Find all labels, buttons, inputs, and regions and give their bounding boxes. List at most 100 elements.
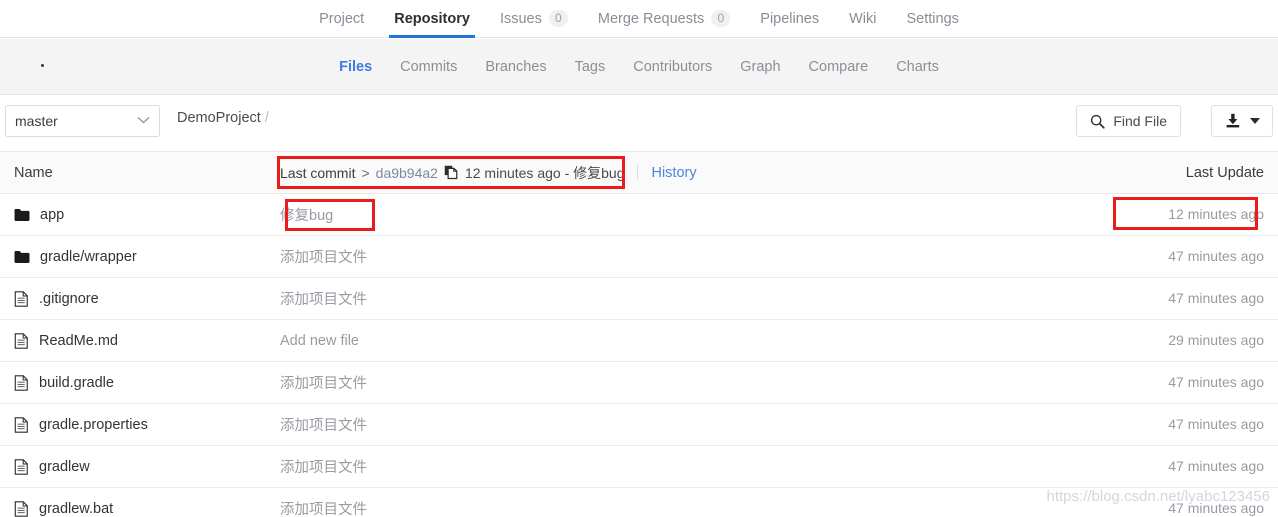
topnav-item-pipelines[interactable]: Pipelines [745,0,834,37]
commit-message-link[interactable]: 添加项目文件 [280,460,367,476]
breadcrumb: DemoProject / [177,110,269,126]
subnav-item-branches[interactable]: Branches [471,59,560,75]
history-link[interactable]: History [651,165,696,181]
last-update-label: 47 minutes ago [1168,289,1264,306]
primary-navigation: Project Repository Issues 0 Merge Requests 0 P… [0,0,1278,38]
topnav-item-repository[interactable]: Repository [379,0,485,38]
file-name-link[interactable]: gradlew.bat [14,501,280,517]
topnav-item-merge-requests[interactable]: Merge Requests 0 [583,0,745,37]
table-row[interactable]: gradlew 添加项目文件 47 minutes ago [0,446,1278,488]
table-row[interactable]: app 修复bug 12 minutes ago [0,194,1278,236]
file-name-label: gradlew.bat [39,500,114,517]
last-commit-meta: 12 minutes ago - 修复bug [464,164,625,181]
file-name-link[interactable]: app [14,207,280,223]
file-table-header: Name Last commit > da9b94a2 12 minutes a… [0,151,1278,194]
topnav-item-badge: 0 [711,10,731,27]
topnav-item-issues[interactable]: Issues 0 [485,0,583,37]
sidebar-collapse-dot [41,64,44,67]
last-update-label: 47 minutes ago [1168,499,1264,516]
file-name-link[interactable]: gradle/wrapper [14,249,280,265]
find-file-button[interactable]: Find File [1076,105,1181,137]
file-row-list: app 修复bug 12 minutes ago gradle/wrapper 添加项目… [0,194,1278,517]
folder-glyph [14,250,30,263]
subnav-item-files[interactable]: Files [325,59,386,75]
download-button[interactable] [1211,105,1273,137]
commit-message-link[interactable]: 添加项目文件 [280,292,367,308]
file-name-label: ReadMe.md [39,332,118,349]
topnav-item-label: Pipelines [760,10,820,27]
copy-icon[interactable] [444,165,459,180]
subnav-item-graph[interactable]: Graph [726,59,794,75]
file-name-link[interactable]: .gitignore [14,291,280,307]
file-glyph [14,332,28,349]
repository-file-table: Name Last commit > da9b94a2 12 minutes a… [0,151,1278,517]
file-glyph [14,374,28,391]
file-name-cell: .gitignore [0,291,280,307]
table-row[interactable]: gradle/wrapper 添加项目文件 47 minutes ago [0,236,1278,278]
chevron-down-glyph [137,116,150,124]
topnav-item-label: Settings [906,10,959,27]
column-header-name: Name [14,164,53,181]
search-icon [1091,114,1105,129]
last-update-cell: 12 minutes ago [1098,206,1278,224]
commit-message-link[interactable]: Add new file [280,333,359,349]
table-row[interactable]: gradle.properties 添加项目文件 47 minutes ago [0,404,1278,446]
subnav-item-contributors[interactable]: Contributors [619,59,726,75]
header-divider [637,165,639,180]
topnav-item-label: Repository [394,10,470,27]
file-name-link[interactable]: build.gradle [14,375,280,391]
gitlab-repository-page: Project Repository Issues 0 Merge Requests 0 P… [0,0,1278,517]
topnav-item-wiki[interactable]: Wiki [834,0,891,37]
subnav-item-tags[interactable]: Tags [561,59,620,75]
topnav-item-label: Wiki [849,10,877,27]
last-update-cell: 47 minutes ago [1098,374,1278,392]
file-name-cell: ReadMe.md [0,333,280,349]
last-update-cell: 29 minutes ago [1098,332,1278,350]
copy-glyph [444,165,458,180]
file-name-label: gradle.properties [39,416,148,433]
commit-message-link[interactable]: 添加项目文件 [280,418,367,434]
file-icon [14,374,29,391]
topnav-item-project[interactable]: Project [304,0,379,37]
topnav-item-badge: 0 [548,10,568,27]
subnav-item-compare[interactable]: Compare [795,59,883,75]
column-header-last-update: Last Update [1185,164,1264,181]
commit-message-link[interactable]: 添加项目文件 [280,376,367,392]
file-name-cell: gradle/wrapper [0,249,280,265]
commit-message-cell: 添加项目文件 [280,288,1098,309]
table-row[interactable]: build.gradle 添加项目文件 47 minutes ago [0,362,1278,404]
topnav-item-settings[interactable]: Settings [892,0,974,37]
table-row[interactable]: ReadMe.md Add new file 29 minutes ago [0,320,1278,362]
commit-message-link[interactable]: 添加项目文件 [280,502,367,517]
file-name-label: gradle/wrapper [40,248,137,265]
table-row[interactable]: .gitignore 添加项目文件 47 minutes ago [0,278,1278,320]
folder-icon [14,208,30,222]
breadcrumb-separator: / [264,110,269,126]
topnav-item-label: Issues [499,10,542,27]
file-name-cell: gradlew [0,459,280,475]
file-icon [14,290,29,307]
file-name-cell: gradlew.bat [0,501,280,517]
file-icon [14,416,29,433]
file-name-cell: build.gradle [0,375,280,391]
commit-message-link[interactable]: 添加项目文件 [280,250,367,266]
commit-message-link[interactable]: 修复bug [280,208,333,224]
last-update-label: 29 minutes ago [1168,331,1264,348]
last-commit-hash-link[interactable]: da9b94a2 [376,165,438,181]
file-glyph [14,290,28,307]
topnav-item-label: Merge Requests [597,10,705,27]
last-update-label: 47 minutes ago [1168,247,1264,264]
table-row[interactable]: gradlew.bat 添加项目文件 47 minutes ago [0,488,1278,517]
subnav-item-charts[interactable]: Charts [882,59,953,75]
breadcrumb-project-link[interactable]: DemoProject [177,110,261,126]
file-name-link[interactable]: ReadMe.md [14,333,280,349]
subnav-item-commits[interactable]: Commits [386,59,471,75]
last-update-cell: 47 minutes ago [1098,458,1278,476]
branch-selector-value: master [15,113,58,129]
file-name-link[interactable]: gradle.properties [14,417,280,433]
file-name-link[interactable]: gradlew [14,459,280,475]
download-icon [1226,113,1239,128]
file-name-label: .gitignore [39,290,99,307]
last-commit-arrow: > [361,164,370,181]
branch-selector[interactable]: master [5,105,160,137]
